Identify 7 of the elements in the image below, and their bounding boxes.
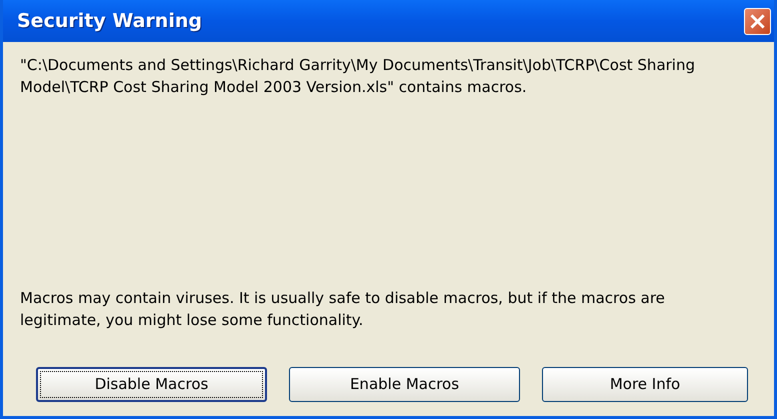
dialog-button[interactable]: Disable Macros — [36, 367, 267, 402]
macro-warning: Macros may contain viruses. It is usually safe to disable macros, but if the macros are legitimate, you might lose some functionality. — [20, 288, 666, 331]
dialog-button[interactable]: Enable Macros — [289, 367, 520, 402]
dialog-button[interactable]: More Info — [542, 367, 748, 402]
file-path-message: "C:\Documents and Settings\Richard Garrity\My Documents\Transit\Job\TCRP\Cost Sharing Model\TCRP Cost Sharing Model 2003 Version.xls" contains macros. — [20, 55, 696, 98]
window-title: Security Warning — [17, 8, 202, 34]
close-button[interactable]: × — [744, 8, 771, 34]
